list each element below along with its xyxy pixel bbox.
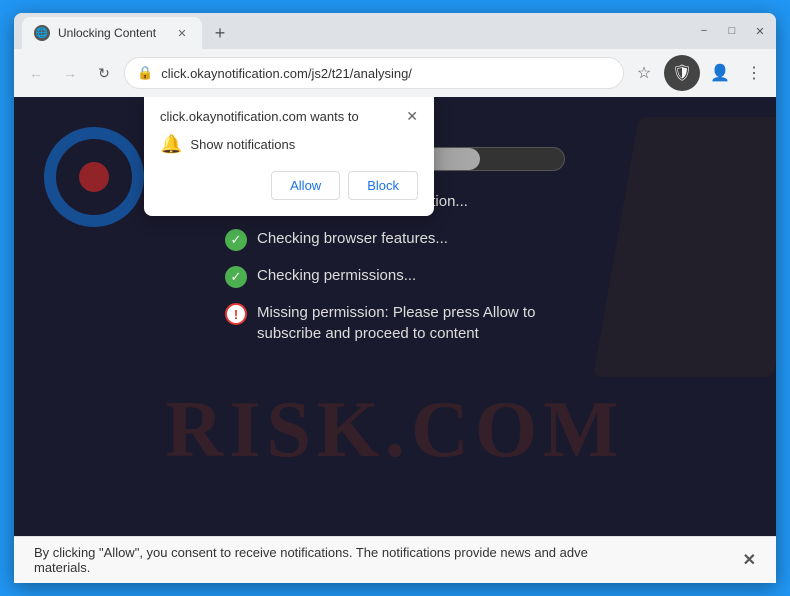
menu-button[interactable]: ⋮ <box>740 59 768 87</box>
profile-button[interactable]: 👤 <box>706 59 734 87</box>
check-icon-3: ✓ <box>225 266 247 288</box>
bottom-bar-close-button[interactable]: ✕ <box>743 550 756 570</box>
check-text-2: Checking browser features... <box>257 228 448 249</box>
bottom-bar-line1: By clicking "Allow", you consent to rece… <box>34 545 733 560</box>
watermark: RISK.COM <box>165 385 624 476</box>
close-button[interactable]: ✕ <box>752 23 768 39</box>
check-text-3: Checking permissions... <box>257 265 416 286</box>
reload-button[interactable]: ↻ <box>90 59 118 87</box>
new-tab-button[interactable]: + <box>206 19 234 47</box>
popup-close-button[interactable]: ✕ <box>406 109 418 123</box>
minimize-button[interactable]: − <box>696 23 712 39</box>
block-button[interactable]: Block <box>348 171 418 200</box>
popup-buttons: Allow Block <box>160 171 418 200</box>
browser-tab[interactable]: 🌐 Unlocking Content ✕ <box>22 17 202 49</box>
tab-title: Unlocking Content <box>58 26 166 40</box>
popup-notification-row: 🔔 Show notifications <box>160 134 418 155</box>
forward-button[interactable]: → <box>56 59 84 87</box>
shield-button[interactable]: 🛡 <box>664 55 700 91</box>
lock-icon: 🔒 <box>137 65 153 81</box>
tab-favicon: 🌐 <box>34 25 50 41</box>
address-bar-row: ← → ↻ 🔒 click.okaynotification.com/js2/t… <box>14 49 776 97</box>
check-item-4: ! Missing permission: Please press Allow… <box>225 302 565 344</box>
tab-close-button[interactable]: ✕ <box>174 25 190 41</box>
browser-window: 🌐 Unlocking Content ✕ + − □ ✕ ← → ↻ 🔒 cl… <box>14 13 776 583</box>
check-text-4: Missing permission: Please press Allow t… <box>257 302 565 344</box>
back-button[interactable]: ← <box>22 59 50 87</box>
check-icon-2: ✓ <box>225 229 247 251</box>
check-item-2: ✓ Checking browser features... <box>225 228 565 251</box>
url-text: click.okaynotification.com/js2/t21/analy… <box>161 66 611 81</box>
popup-title: click.okaynotification.com wants to <box>160 109 359 124</box>
maximize-button[interactable]: □ <box>724 23 740 39</box>
bottom-bar: By clicking "Allow", you consent to rece… <box>14 536 776 583</box>
decorative-shape <box>593 117 776 377</box>
check-icon-4: ! <box>225 303 247 325</box>
bottom-bar-line2: materials. <box>34 560 733 575</box>
bottom-bar-text: By clicking "Allow", you consent to rece… <box>34 545 733 575</box>
bell-icon: 🔔 <box>160 134 182 155</box>
check-item-3: ✓ Checking permissions... <box>225 265 565 288</box>
allow-button[interactable]: Allow <box>271 171 340 200</box>
circle-graphic <box>44 127 144 227</box>
title-bar: 🌐 Unlocking Content ✕ + − □ ✕ <box>14 13 776 49</box>
notification-label: Show notifications <box>190 137 295 152</box>
window-controls: − □ ✕ <box>696 23 768 39</box>
content-area: RISK.COM ✓ Checking browser information.… <box>14 97 776 536</box>
address-bar[interactable]: 🔒 click.okaynotification.com/js2/t21/ana… <box>124 57 624 89</box>
notification-popup: click.okaynotification.com wants to ✕ 🔔 … <box>144 97 434 216</box>
popup-header: click.okaynotification.com wants to ✕ <box>160 109 418 124</box>
bookmark-button[interactable]: ☆ <box>630 59 658 87</box>
